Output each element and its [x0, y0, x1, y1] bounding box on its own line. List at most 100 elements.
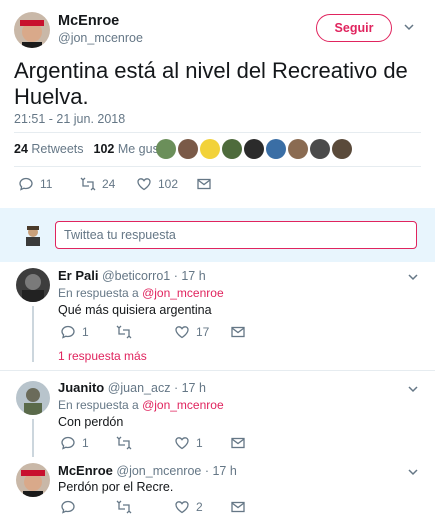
reply-text: Qué más quisiera argentina	[58, 303, 212, 317]
retweet-action[interactable]: 24	[80, 176, 136, 192]
author-name[interactable]: McEnroe	[58, 13, 119, 29]
author-handle[interactable]: @jon_mcenroe	[58, 31, 143, 45]
reply-count: 11	[40, 177, 53, 191]
reply-avatar[interactable]	[16, 463, 50, 497]
retweet-count: 24	[102, 177, 116, 191]
in-reply-to-link[interactable]: @jon_mcenroe	[142, 286, 224, 300]
reply-actions: 2	[60, 499, 246, 515]
chevron-down-icon[interactable]	[408, 384, 418, 394]
liker-avatar[interactable]	[310, 139, 330, 159]
retweet-action[interactable]	[116, 499, 174, 515]
tweet-timestamp[interactable]: 21:51 - 21 jun. 2018	[14, 112, 125, 126]
author-avatar[interactable]	[14, 12, 50, 48]
reply-header: McEnroe @jon_mcenroe · 17 h	[58, 463, 237, 478]
reply-count: 1	[82, 436, 89, 450]
reply-action[interactable]: 1	[60, 324, 116, 340]
divider	[0, 370, 435, 371]
reply-count: 1	[82, 325, 89, 339]
reply-time[interactable]: · 17 h	[174, 381, 206, 395]
like-count: 102	[158, 177, 179, 191]
reply-author-name[interactable]: Juanito	[58, 380, 104, 395]
reply-actions: 1 1	[60, 435, 246, 451]
liker-avatar[interactable]	[200, 139, 220, 159]
message-action[interactable]	[196, 176, 212, 192]
likers-avatars	[156, 139, 352, 159]
reply-time[interactable]: · 17 h	[174, 269, 206, 283]
reply-time[interactable]: · 17 h	[205, 464, 237, 478]
chevron-down-icon[interactable]	[404, 22, 414, 32]
reply-author-name[interactable]: Er Pali	[58, 268, 98, 283]
like-count: 1	[196, 436, 203, 450]
retweet-icon	[116, 325, 132, 339]
reply-icon	[19, 177, 33, 191]
envelope-icon	[197, 178, 211, 190]
current-user-avatar	[22, 224, 44, 246]
envelope-icon	[231, 501, 245, 513]
tweet-text: Argentina está al nivel del Recreativo d…	[14, 58, 408, 109]
in-reply-prefix: En respuesta a	[58, 398, 139, 412]
reply-actions: 1 17	[60, 324, 246, 340]
reply-author-handle[interactable]: @beticorro1	[102, 269, 170, 283]
retweets-label: Retweets	[31, 142, 84, 156]
like-count: 2	[196, 500, 203, 514]
retweets-stat[interactable]: 24 Retweets	[14, 142, 84, 156]
retweets-count: 24	[14, 142, 28, 156]
reply-avatar[interactable]	[16, 268, 50, 302]
liker-avatar[interactable]	[332, 139, 352, 159]
envelope-icon	[231, 437, 245, 449]
like-action[interactable]: 1	[174, 435, 230, 451]
liker-avatar[interactable]	[178, 139, 198, 159]
reply-action[interactable]: 11	[18, 176, 80, 192]
in-reply-to-link[interactable]: @jon_mcenroe	[142, 398, 224, 412]
tweet-stats: 24 Retweets 102 Me gusta	[14, 142, 169, 156]
retweet-action[interactable]	[116, 435, 174, 451]
reply-text: Con perdón	[58, 415, 124, 429]
retweet-icon	[80, 177, 96, 191]
follow-button[interactable]: Seguir	[316, 14, 392, 42]
reply-author-handle[interactable]: @juan_acz	[108, 381, 171, 395]
reply-icon	[61, 325, 75, 339]
reply-icon	[61, 436, 75, 450]
retweet-action[interactable]	[116, 324, 174, 340]
more-replies-link[interactable]: 1 respuesta más	[58, 349, 147, 363]
in-reply-prefix: En respuesta a	[58, 286, 139, 300]
reply-input[interactable]	[55, 221, 417, 249]
like-action[interactable]: 102	[136, 176, 196, 192]
reply-author-name[interactable]: McEnroe	[58, 463, 113, 478]
envelope-icon	[231, 326, 245, 338]
liker-avatar[interactable]	[244, 139, 264, 159]
heart-icon	[175, 437, 189, 450]
divider	[14, 166, 421, 167]
chevron-down-icon[interactable]	[408, 467, 418, 477]
like-action[interactable]: 2	[174, 499, 230, 515]
in-reply-to: En respuesta a @jon_mcenroe	[58, 286, 224, 300]
like-count: 17	[196, 325, 210, 339]
thread-line	[32, 306, 34, 362]
heart-icon	[175, 326, 189, 339]
heart-icon	[137, 178, 151, 191]
divider	[14, 132, 421, 133]
heart-icon	[175, 501, 189, 514]
reply-action[interactable]: 1	[60, 435, 116, 451]
thread-line	[32, 419, 34, 457]
reply-avatar[interactable]	[16, 381, 50, 415]
liker-avatar[interactable]	[222, 139, 242, 159]
message-action[interactable]	[230, 324, 246, 340]
like-action[interactable]: 17	[174, 324, 230, 340]
retweet-icon	[116, 500, 132, 514]
liker-avatar[interactable]	[266, 139, 286, 159]
reply-icon	[61, 500, 75, 514]
reply-header: Er Pali @beticorro1 · 17 h	[58, 268, 206, 283]
liker-avatar[interactable]	[288, 139, 308, 159]
liker-avatar[interactable]	[156, 139, 176, 159]
reply-text: Perdón por el Recre.	[58, 480, 174, 494]
reply-header: Juanito @juan_acz · 17 h	[58, 380, 206, 395]
likes-count: 102	[93, 142, 115, 156]
reply-action[interactable]	[60, 499, 116, 515]
in-reply-to: En respuesta a @jon_mcenroe	[58, 398, 224, 412]
message-action[interactable]	[230, 499, 246, 515]
chevron-down-icon[interactable]	[408, 272, 418, 282]
message-action[interactable]	[230, 435, 246, 451]
reply-author-handle[interactable]: @jon_mcenroe	[116, 464, 201, 478]
main-tweet-actions: 11 24 102	[18, 176, 212, 192]
